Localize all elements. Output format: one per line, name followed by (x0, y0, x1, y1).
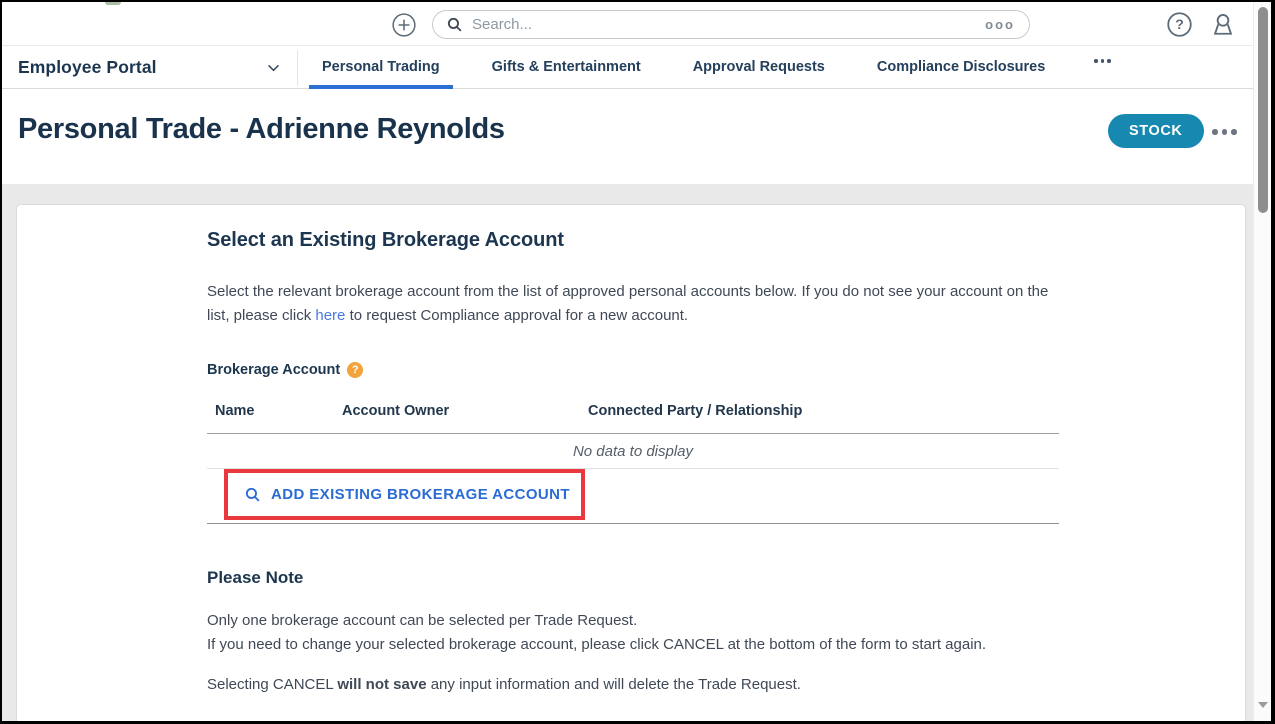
help-button[interactable]: ? (1165, 10, 1193, 38)
column-header-connected-party: Connected Party / Relationship (588, 403, 1059, 419)
svg-text:?: ? (1175, 16, 1184, 32)
add-existing-brokerage-account-label: ADD EXISTING BROKERAGE ACCOUNT (271, 486, 570, 503)
tab-bar: Personal Trading Gifts & Entertainment A… (297, 46, 1115, 88)
section-title: Select an Existing Brokerage Account (207, 228, 1059, 252)
intro-text: Select the relevant brokerage account fr… (207, 280, 1057, 327)
column-header-account-owner: Account Owner (342, 403, 588, 419)
tab-gifts-entertainment[interactable]: Gifts & Entertainment (479, 46, 654, 88)
add-icon (391, 12, 417, 38)
portal-label: Employee Portal (18, 57, 157, 78)
search-bar: ooo (432, 10, 1030, 39)
table-action-row: ADD EXISTING BROKERAGE ACCOUNT (207, 469, 1059, 524)
scrollbar-thumb[interactable] (1258, 7, 1268, 213)
page-title: Personal Trade - Adrienne Reynolds (18, 113, 505, 146)
tab-compliance-disclosures[interactable]: Compliance Disclosures (864, 46, 1058, 88)
user-profile-button[interactable] (1208, 10, 1238, 40)
app-window: ooo ? (0, 0, 1275, 724)
note-line-3-before: Selecting CANCEL (207, 676, 337, 693)
content-area: Select an Existing Brokerage Account Sel… (2, 184, 1253, 721)
add-existing-brokerage-account-button[interactable]: ADD EXISTING BROKERAGE ACCOUNT (244, 486, 570, 503)
page-header: Personal Trade - Adrienne Reynolds STOCK (2, 89, 1253, 184)
tab-approval-requests[interactable]: Approval Requests (680, 46, 838, 88)
portal-nav-bar: Employee Portal Personal Trading Gifts &… (2, 46, 1253, 89)
note-line-2: If you need to change your selected brok… (207, 636, 986, 653)
search-input[interactable] (472, 16, 985, 33)
table-header-row: Name Account Owner Connected Party / Rel… (207, 390, 1059, 434)
help-icon: ? (1166, 11, 1193, 38)
tabs-overflow-icon[interactable] (1090, 53, 1115, 69)
top-bar: ooo ? (2, 2, 1253, 46)
please-note-title: Please Note (207, 568, 1059, 588)
chevron-down-icon (265, 59, 282, 76)
column-header-name: Name (207, 403, 342, 419)
tab-personal-trading[interactable]: Personal Trading (309, 46, 453, 88)
request-approval-link[interactable]: here (315, 307, 345, 324)
status-badge-stock: STOCK (1108, 114, 1204, 148)
portal-selector[interactable]: Employee Portal (18, 46, 296, 88)
header-menu-icon[interactable] (1210, 123, 1239, 141)
intro-text-after: to request Compliance approval for a new… (345, 307, 688, 324)
partial-logo (105, 2, 121, 5)
field-help-icon[interactable]: ? (347, 362, 363, 378)
search-icon (244, 486, 261, 503)
brokerage-account-label-row: Brokerage Account ? (207, 360, 1059, 380)
form-card: Select an Existing Brokerage Account Sel… (16, 204, 1246, 721)
table-empty-row: No data to display (207, 434, 1059, 469)
add-button[interactable] (390, 11, 417, 38)
scroll-down-icon[interactable] (1258, 702, 1268, 708)
user-icon (1209, 11, 1237, 39)
note-line-1: Only one brokerage account can be select… (207, 612, 637, 629)
vertical-scrollbar[interactable] (1253, 2, 1271, 721)
note-line-3-bold: will not save (337, 676, 426, 693)
note-line-1-2: Only one brokerage account can be select… (207, 609, 1059, 656)
brokerage-account-table: Name Account Owner Connected Party / Rel… (207, 390, 1059, 524)
no-data-text: No data to display (573, 443, 693, 460)
brokerage-account-label: Brokerage Account (207, 362, 340, 378)
annotation-highlight-box: ADD EXISTING BROKERAGE ACCOUNT (224, 469, 585, 520)
search-options-icon[interactable]: ooo (985, 17, 1015, 32)
note-line-3-after: any input information and will delete th… (427, 676, 801, 693)
search-icon (446, 16, 463, 33)
note-line-3: Selecting CANCEL will not save any input… (207, 673, 1059, 697)
